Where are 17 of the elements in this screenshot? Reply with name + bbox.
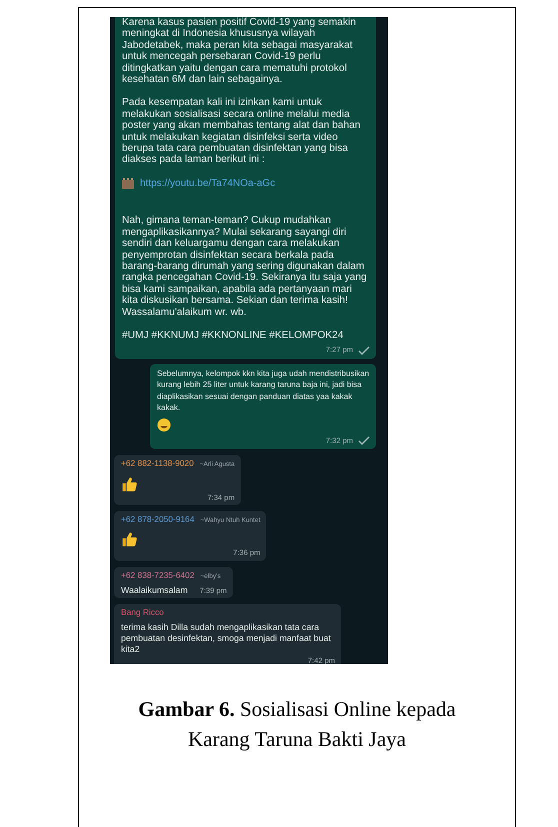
film-icon [122,178,134,190]
message-text: Sebelumnya, kelompok kkn kita juga udah mendistribusikan kurang lebih 25 liter untuk karang taruna baja ini, jadi bisa diaplikasikan sesuai dengan panduan diatas yaa kakak kakak. [157,368,370,414]
sender-name: +62 882-1138-9020 [121,458,194,470]
sender-name: Bang Ricco [121,607,164,619]
message-text: Karena kasus pasien positif Covid-19 yang semakin meningkat di Indonesia khususnya wilayah Jabodetabek, maka peran kita sebagai masyarakat untuk mencegah persebaran Covid-19 perlu ditingkatkan yaitu dengan cara mematuhi protokol kesehatan 6M dan lain sebagainya. [122,17,357,86]
message-text: Waalaikumsalam [121,585,188,596]
thumbs-up-icon [121,531,137,548]
sender-name: +62 838-7235-6402 [121,570,194,582]
thumbs-up-icon [121,476,137,492]
message-link[interactable]: https://youtu.be/Ta74NOa-aGc [140,178,276,190]
message-text: Pada kesempatan kali ini izinkan kami untuk melakukan sosialisasi secara online melalui media poster yang akan membahas tentang alat dan bahan untuk melakukan kegiatan disinfeksi serta video berupa tata cara pembuatan disinfektan yang bisa diakses pada laman berikut ini : [122,97,362,166]
message-text: Nah, gimana teman-teman? Cukup mudahkan mengaplikasikannya? Mulai sekarang sayangi diri sendiri dan keluargamu dengan cara melakukan penyemprotan disinfektan secara berkala pada barang-barang dirumah yang sering digunakan dalam rangka pencegahan Covid-19. Sekiranya itu saja yang bisa kami sampaikan, apabila ada pertanyaan mari kita diskusikan bersama. Sekian dan terima kasih! Wassalamu'alaikum wr. wb. [122,215,368,318]
smiley-icon [157,418,171,432]
sender-name: +62 878-2050-9164 [121,514,194,526]
message-text: terima kasih Dilla sudah mengaplikasikan tata cara pembuatan desinfektan, smoga menjadi manfaat buat kita2 [121,622,332,655]
message-text: #UMJ #KKNUMJ #KKNONLINE #KELOMPOK24 [122,330,344,342]
figure-caption: Gambar 6. Sosialisasi Online kepada Karang Taruna Bakti Jaya [137,696,457,753]
